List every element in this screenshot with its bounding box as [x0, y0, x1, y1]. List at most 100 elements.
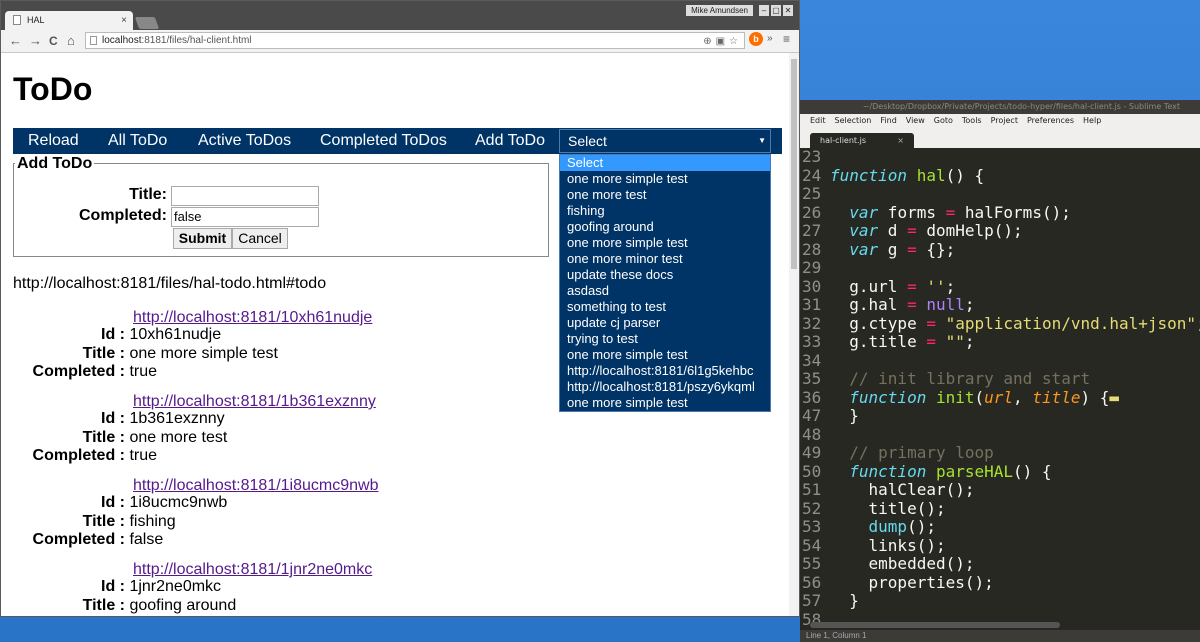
menu-active-todos[interactable]: Active ToDos [198, 128, 291, 154]
completed-label: Completed: [79, 207, 167, 224]
browser-toolbar: ← → C ⌂ localhost:8181/files/hal-client.… [1, 30, 799, 53]
dropdown-option[interactable]: http://localhost:8181/pszy6ykqml [560, 379, 770, 395]
vertical-scrollbar[interactable] [789, 53, 799, 616]
menu-all-todo[interactable]: All ToDo [108, 128, 167, 154]
current-url: http://localhost:8181/files/hal-todo.htm… [13, 275, 327, 292]
address-bar[interactable]: localhost:8181/files/hal-client.html ⊕ ▣… [85, 32, 745, 49]
browser-titlebar: HAL × Mike Amundsen – ▢ ✕ [1, 1, 799, 30]
line-gutter: 23 24 25 26 27 28 29 30 31 32 33 34 35 3… [800, 148, 832, 629]
reload-icon[interactable]: C [49, 33, 58, 49]
item-completed-row: Completed : false [5, 531, 164, 549]
menu-project[interactable]: Project [991, 114, 1018, 128]
item-link[interactable]: http://localhost:8181/1b361exznny [133, 393, 376, 411]
dropdown-option[interactable]: update these docs [560, 267, 770, 283]
item-id-row: Id : 1jnr2ne0mkc [5, 578, 221, 596]
omnibox-icons: ⊕ ▣ ☆ [703, 34, 738, 49]
dropdown-option[interactable]: one more simple test [560, 395, 770, 411]
menu-completed-todos[interactable]: Completed ToDos [320, 128, 447, 154]
menu-preferences[interactable]: Preferences [1027, 114, 1074, 128]
code-line: function hal() { [830, 165, 985, 185]
back-icon[interactable]: ← [9, 33, 22, 49]
dropdown-option[interactable]: one more simple test [560, 235, 770, 251]
close-icon[interactable]: × [897, 133, 904, 148]
todo-select[interactable]: Select ▼ [559, 129, 771, 153]
menu-edit[interactable]: Edit [810, 114, 826, 128]
code-line: dump(); [868, 517, 936, 536]
browser-tab[interactable]: HAL × [5, 11, 133, 30]
line-number: 36 [802, 387, 822, 407]
dropdown-option[interactable]: goofing around [560, 219, 770, 235]
code-editor[interactable]: 23 24 25 26 27 28 29 30 31 32 33 34 35 3… [800, 148, 1200, 630]
title-input[interactable] [171, 186, 319, 206]
line-number: 55 [802, 554, 822, 573]
menu-help[interactable]: Help [1083, 114, 1101, 128]
submit-button[interactable]: Submit [173, 228, 232, 249]
menu-goto[interactable]: Goto [934, 114, 953, 128]
menu-view[interactable]: View [906, 114, 925, 128]
scrollbar-thumb[interactable] [791, 59, 797, 269]
line-number: 35 [802, 369, 822, 388]
menu-reload[interactable]: Reload [28, 128, 79, 154]
forward-icon[interactable]: → [29, 33, 42, 49]
menu-find[interactable]: Find [880, 114, 896, 128]
overflow-icon[interactable]: » [767, 33, 773, 44]
menu-selection[interactable]: Selection [835, 114, 872, 128]
dropdown-option[interactable]: one more simple test [560, 347, 770, 363]
title-label: Title : [82, 513, 125, 530]
extension-icon[interactable]: b [749, 32, 763, 46]
code-line: properties(); [830, 572, 994, 592]
menu-icon[interactable]: ≡ [783, 32, 790, 46]
item-link[interactable]: http://localhost:8181/1i8ucmc9nwb [133, 477, 378, 495]
code-line: links(); [830, 535, 946, 555]
line-number: 26 [802, 202, 822, 222]
cancel-button[interactable]: Cancel [232, 228, 288, 249]
dropdown-option[interactable]: http://localhost:8181/6l1g5kehbc [560, 363, 770, 379]
dropdown-option[interactable]: one more simple test [560, 171, 770, 187]
star-icon[interactable]: ☆ [729, 34, 738, 49]
item-link[interactable]: http://localhost:8181/10xh61nudje [133, 309, 372, 327]
line-number: 52 [802, 498, 822, 518]
new-tab-button[interactable] [134, 17, 160, 29]
item-title: one more test [129, 429, 228, 446]
dropdown-option[interactable]: trying to test [560, 331, 770, 347]
completed-input[interactable]: false [171, 207, 319, 227]
title-label: Title : [82, 429, 125, 446]
line-number: 34 [802, 350, 822, 370]
close-icon[interactable]: × [121, 11, 127, 30]
line-number: 53 [802, 517, 822, 536]
zoom-icon[interactable]: ⊕ [703, 34, 711, 49]
dropdown-option[interactable]: Select [560, 155, 770, 171]
page-title: ToDo [13, 71, 93, 107]
id-label: Id : [101, 410, 125, 427]
dropdown-option[interactable]: one more test [560, 187, 770, 203]
line-number: 33 [802, 332, 822, 351]
menu-add-todo[interactable]: Add ToDo [475, 128, 545, 154]
code-line: } [830, 591, 859, 610]
line-number: 25 [802, 184, 822, 203]
close-window-button[interactable]: ✕ [783, 5, 793, 16]
translate-icon[interactable]: ▣ [716, 34, 725, 49]
line-number: 24 [802, 165, 822, 185]
dropdown-option[interactable]: one more minor test [560, 251, 770, 267]
dropdown-option[interactable]: asdasd [560, 283, 770, 299]
editor-tab[interactable]: hal-client.js × [810, 133, 914, 148]
code-line: var forms = halForms(); [849, 202, 1071, 222]
horizontal-scrollbar[interactable] [810, 622, 1060, 628]
menu-tools[interactable]: Tools [962, 114, 982, 128]
code-line: g.url = ''; [830, 276, 956, 296]
item-title: one more simple test [129, 345, 278, 362]
dropdown-option[interactable]: something to test [560, 299, 770, 315]
completed-label: Completed : [32, 447, 125, 464]
code-line: function init(url, title) {▬ [849, 387, 1120, 407]
item-link[interactable]: http://localhost:8181/1jnr2ne0mkc [133, 561, 372, 579]
code-line: embedded(); [830, 554, 975, 573]
item-completed: true [129, 363, 158, 380]
home-icon[interactable]: ⌂ [67, 33, 75, 49]
minimize-button[interactable]: – [759, 5, 769, 16]
dropdown-option[interactable]: fishing [560, 203, 770, 219]
profile-button[interactable]: Mike Amundsen [686, 5, 753, 16]
line-number: 47 [802, 406, 822, 425]
dropdown-option[interactable]: update cj parser [560, 315, 770, 331]
maximize-button[interactable]: ▢ [771, 5, 781, 16]
